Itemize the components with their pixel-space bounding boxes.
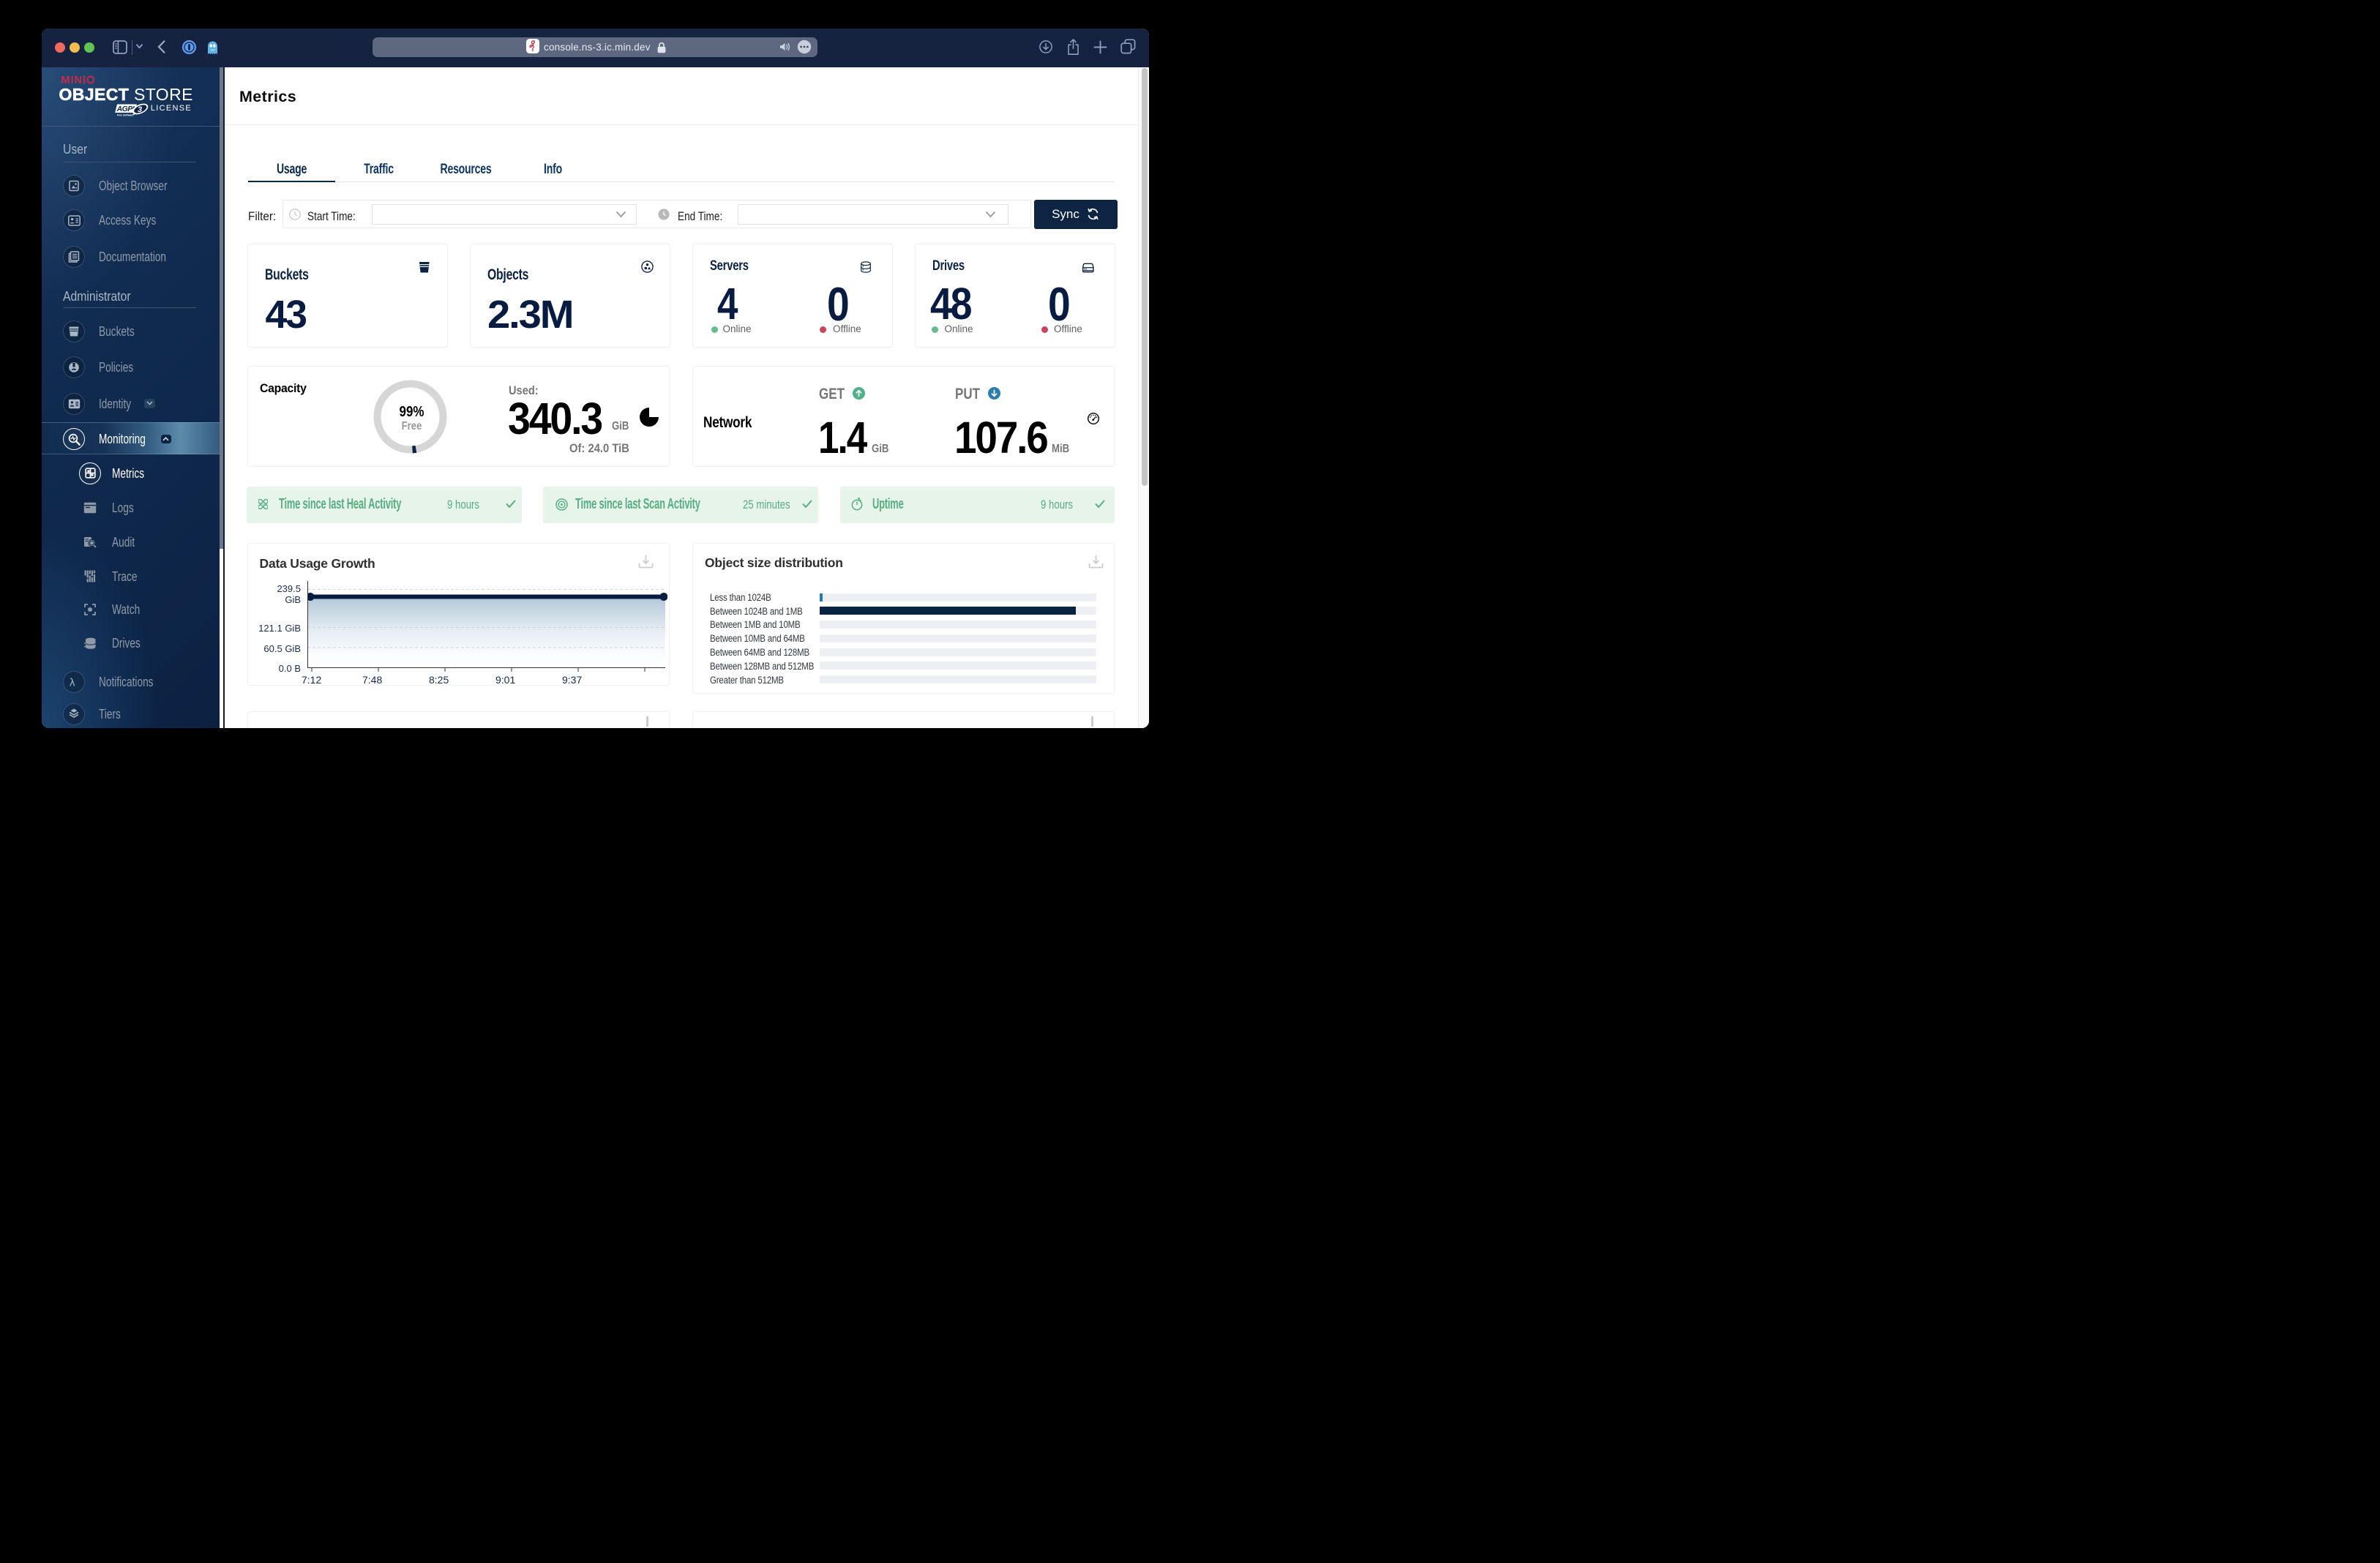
svg-text:Free Software: Free Software	[117, 114, 134, 117]
svg-text:λ: λ	[70, 677, 75, 687]
